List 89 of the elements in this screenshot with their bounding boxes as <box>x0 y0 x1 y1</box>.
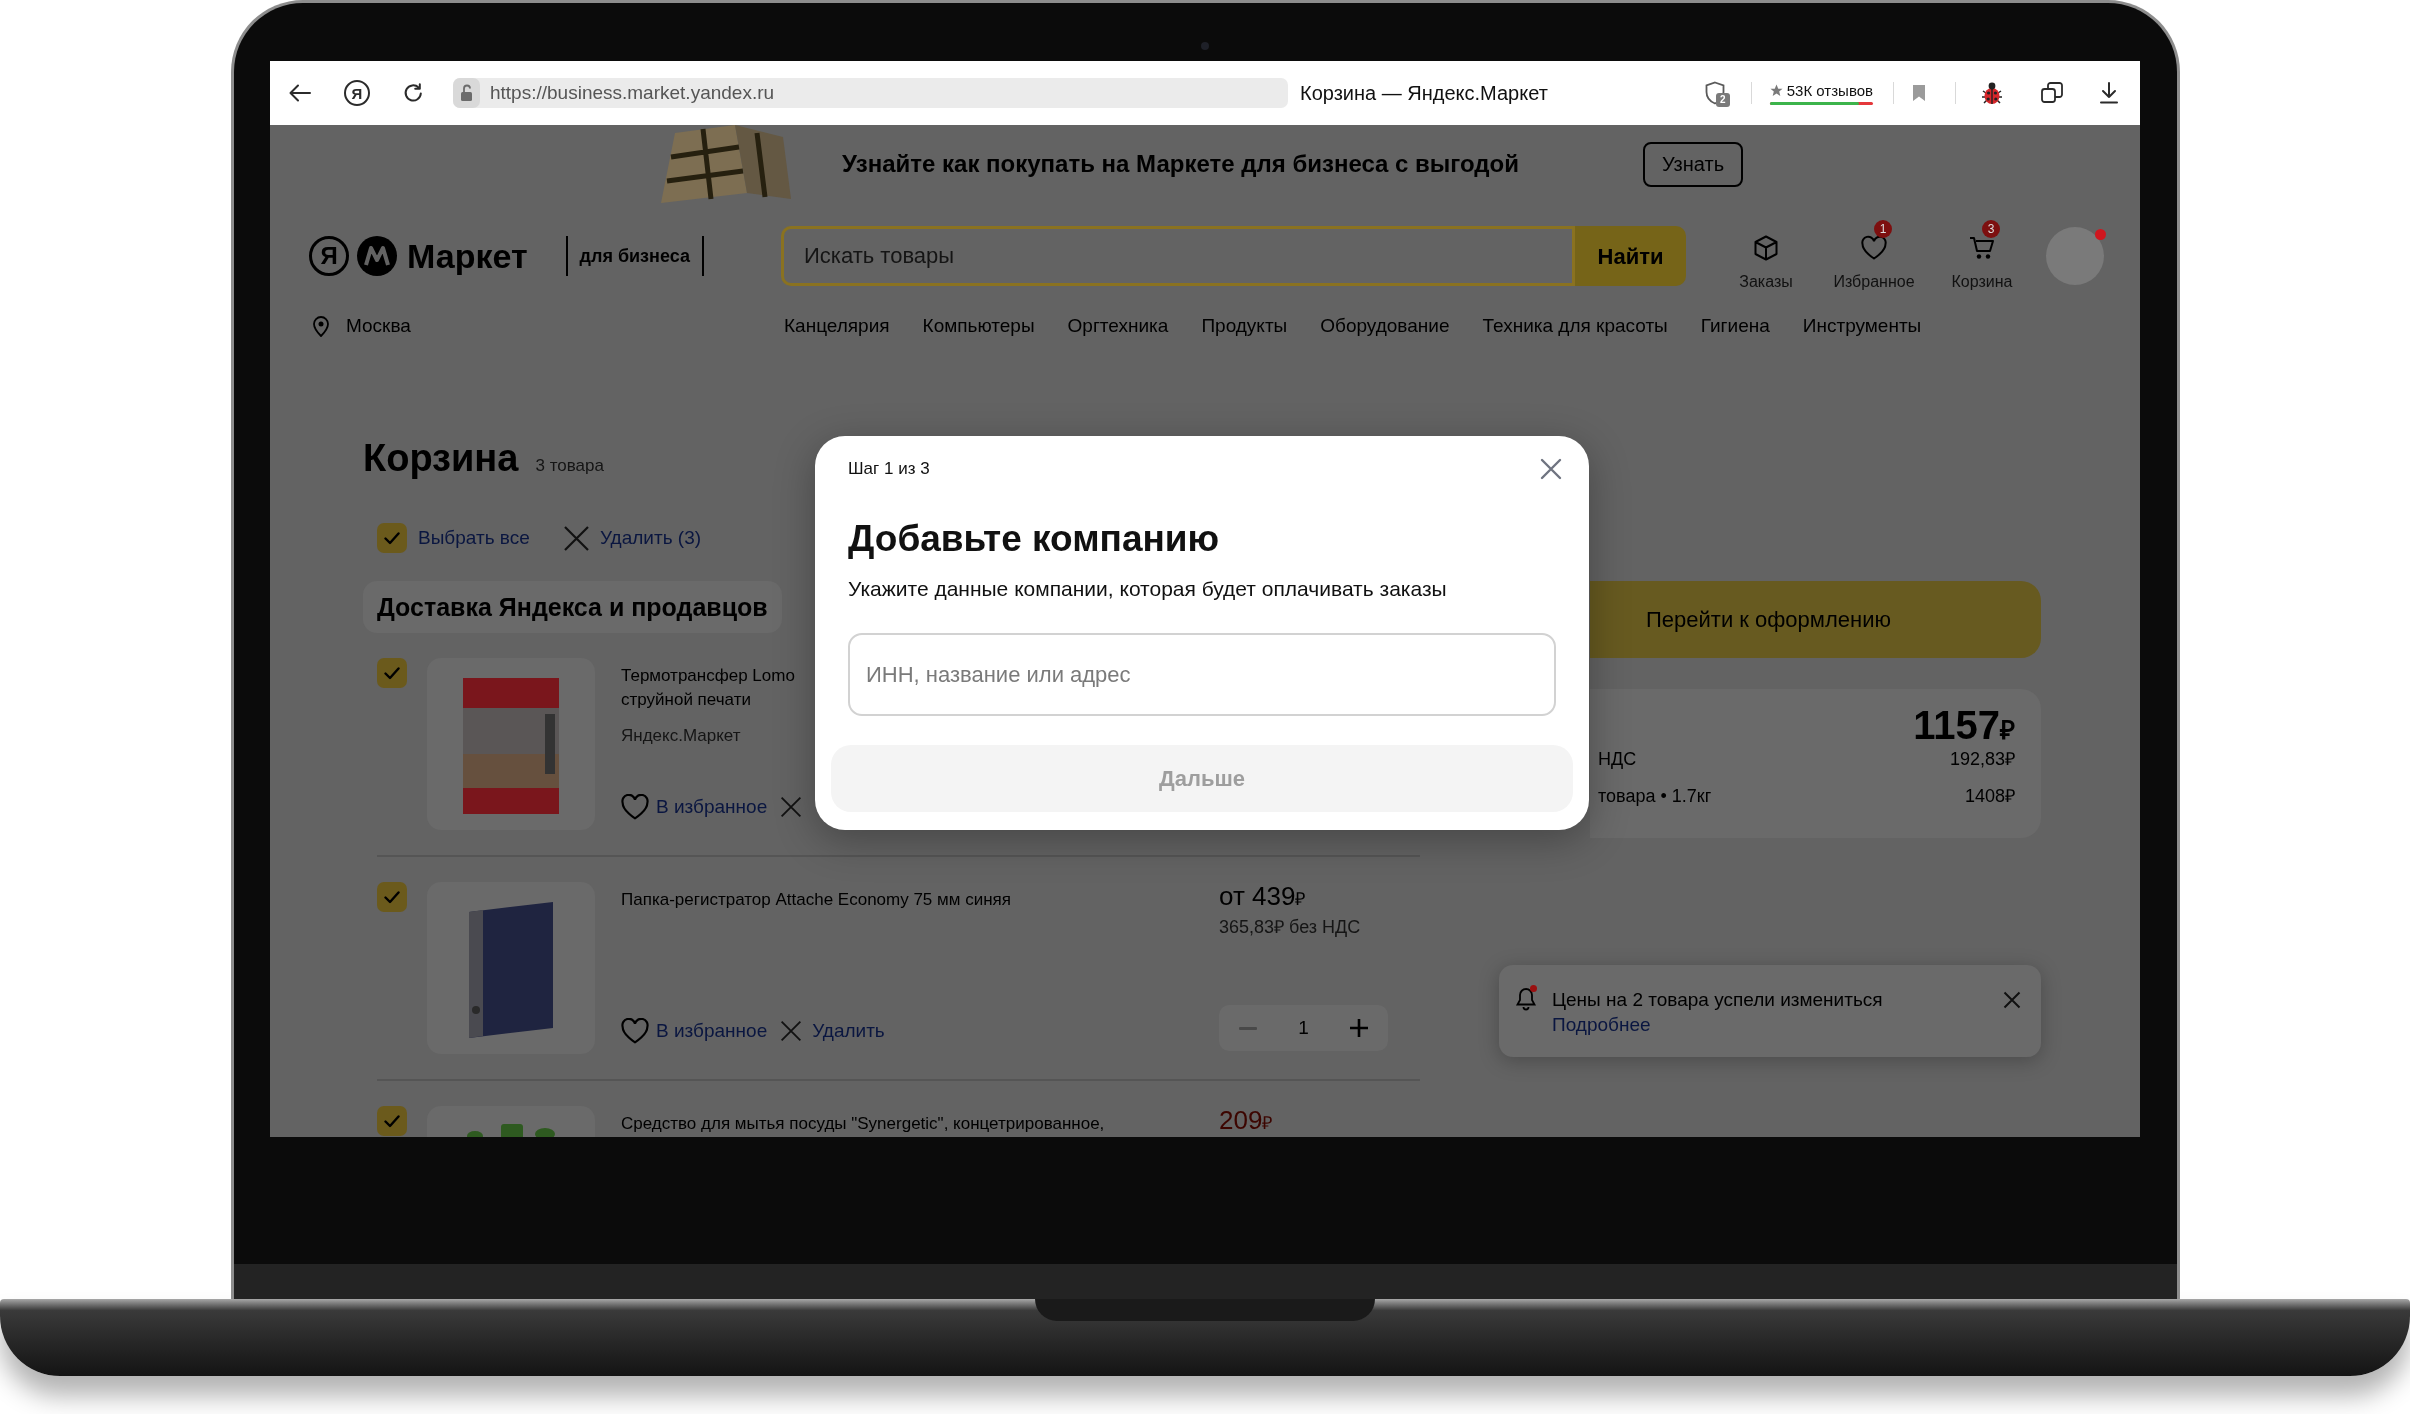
category-link[interactable]: Компьютеры <box>922 311 1035 341</box>
category-link[interactable]: Инструменты <box>1802 311 1922 341</box>
business-label: для бизнеса <box>579 244 690 268</box>
location-link[interactable]: Москва <box>313 311 411 341</box>
category-link[interactable]: Гигиена <box>1700 311 1770 341</box>
tick-icon <box>384 666 400 680</box>
heart-icon <box>621 794 649 820</box>
price-without-vat: 365,83₽ без НДС <box>1219 916 1361 939</box>
learn-more-button[interactable]: Узнать <box>1643 141 1744 187</box>
checkbox[interactable] <box>377 1106 407 1136</box>
product-photo[interactable] <box>427 882 595 1054</box>
dialog-subtitle: Укажите данные компании, которая будет оплачивать заказы <box>848 576 1447 602</box>
delete-link[interactable]: Удалить <box>780 1016 885 1046</box>
blocked-count: 2 <box>1715 93 1730 107</box>
category-link[interactable]: Оргтехника <box>1067 311 1169 341</box>
ladybug-icon[interactable] <box>1980 81 2004 105</box>
favorites-count: 1 <box>1874 220 1892 238</box>
box-icon <box>1754 235 1778 261</box>
price: от 439₽ <box>1219 882 1306 913</box>
tab-title: Корзина — Яндекс.Маркет <box>1300 81 1548 106</box>
yandex-button[interactable]: Я <box>344 80 370 106</box>
cross-icon <box>780 1020 803 1042</box>
tick-icon <box>384 890 400 904</box>
bookmark-icon[interactable] <box>1912 84 1926 102</box>
favorites-link[interactable]: Избранное 1 <box>1833 220 1915 292</box>
select-all-link[interactable]: Выбрать все <box>418 523 530 553</box>
address-field[interactable]: https://business.market.yandex.ru <box>453 78 1288 108</box>
back-icon[interactable] <box>289 84 311 102</box>
category-link[interactable]: Оборудование <box>1320 311 1450 341</box>
heart-icon <box>621 1018 649 1044</box>
category-link[interactable]: Техника для красоты <box>1482 311 1668 341</box>
summary-value: 1408₽ <box>1964 785 2015 808</box>
checkbox[interactable] <box>377 658 407 688</box>
padlock-icon[interactable] <box>453 78 480 108</box>
summary-label: товара • 1.7кг <box>1598 785 1712 808</box>
yandex-logo[interactable]: Я <box>309 236 349 276</box>
product-title[interactable]: Папка-регистратор Attache Economy 75 мм синяя <box>621 888 1011 912</box>
checkbox[interactable] <box>377 882 407 912</box>
reload-icon[interactable] <box>403 83 423 103</box>
tick-icon <box>384 1114 400 1128</box>
windows-icon[interactable] <box>2041 82 2063 104</box>
section-heading: Доставка Яндекса и продавцов <box>363 581 782 633</box>
checkout-button[interactable]: Перейти к оформлению <box>1590 581 2041 658</box>
checkbox[interactable] <box>377 523 407 553</box>
product-title[interactable]: Средство для мытья посуды "Synergetic", концетрированное, <box>621 1112 1105 1136</box>
heart-icon <box>1861 235 1887 261</box>
details-link[interactable]: Подробнее <box>1552 1012 1651 1037</box>
market-logo-text: Маркет <box>407 239 528 273</box>
promo-text: Узнайте как покупать на Маркете для бизнеса с выгодой <box>842 150 1519 177</box>
plus-icon[interactable] <box>1350 1019 1368 1037</box>
seller-name: Яндекс.Маркет <box>621 725 741 747</box>
cross-icon <box>563 524 590 552</box>
search-button[interactable]: Найти <box>1575 226 1686 286</box>
quantity-value: 1 <box>1298 1015 1309 1040</box>
bell-icon <box>1515 987 1537 1011</box>
market-logo-icon[interactable] <box>357 236 397 276</box>
search-field[interactable]: Искать товары <box>781 226 1575 286</box>
delete-selected-link[interactable]: Удалить (3) <box>563 523 702 553</box>
close-icon[interactable] <box>2003 991 2021 1009</box>
quantity-stepper[interactable]: 1 <box>1219 1005 1388 1051</box>
price: 209₽ <box>1219 1106 1273 1137</box>
category-link[interactable]: Продукты <box>1201 311 1288 341</box>
camera-icon <box>1201 42 1209 50</box>
product-photo[interactable] <box>427 658 595 830</box>
category-link[interactable]: Канцелярия <box>784 311 890 341</box>
product-title[interactable]: Термотрансфер Lomo струйной печати <box>621 664 795 712</box>
item-count: 3 товара <box>535 455 604 477</box>
location-pin-icon <box>313 315 329 337</box>
close-icon[interactable] <box>1540 458 1562 480</box>
star-icon <box>1769 84 1783 97</box>
cart-icon <box>1969 235 1995 261</box>
orders-link[interactable]: Заказы <box>1739 220 1793 292</box>
tick-icon <box>384 531 400 545</box>
summary-value: 192,83₽ <box>1949 748 2015 771</box>
cart-title: Корзина <box>363 436 519 481</box>
shield-icon[interactable] <box>1703 81 1726 105</box>
summary-label: НДС <box>1598 748 1637 771</box>
step-label: Шаг 1 из 3 <box>848 458 930 480</box>
summary-total: 1157₽ <box>1913 703 2015 747</box>
favorite-link[interactable]: В избранное <box>621 1016 768 1046</box>
delete-icon[interactable] <box>780 796 803 818</box>
toast-message: Цены на 2 товара успели измениться <box>1552 988 1883 1012</box>
download-icon[interactable] <box>2099 82 2119 104</box>
dialog-title: Добавьте компанию <box>848 517 1220 561</box>
reviews-button[interactable]: 53К отзывов <box>1769 81 1873 105</box>
cart-count: 3 <box>1982 220 2000 238</box>
cart-link[interactable]: Корзина 3 <box>1951 220 2013 292</box>
favorite-link[interactable]: В избранное <box>621 792 768 822</box>
company-search-field[interactable]: ИНН, название или адрес <box>848 633 1556 716</box>
